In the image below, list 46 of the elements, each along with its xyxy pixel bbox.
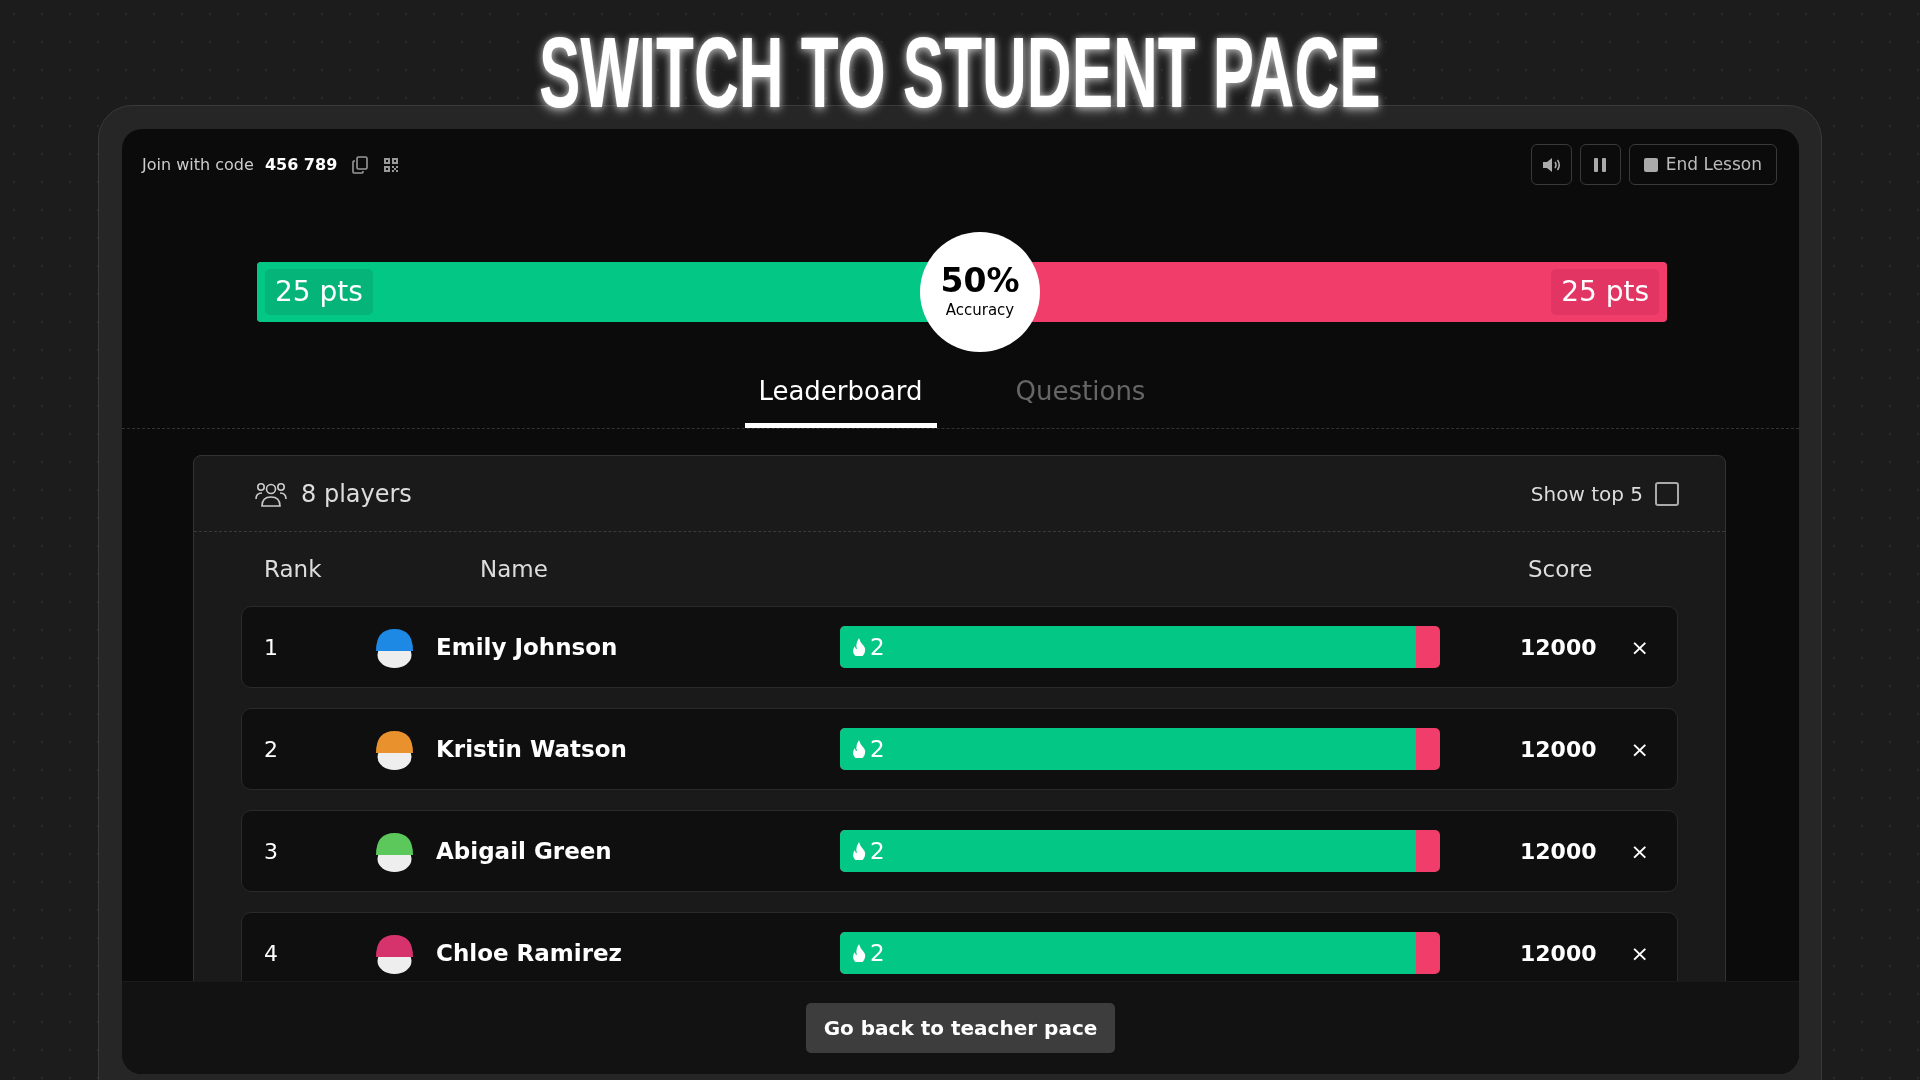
rank-text: 2 bbox=[264, 735, 279, 764]
speaker-icon bbox=[1541, 155, 1562, 174]
flame-icon bbox=[852, 638, 866, 656]
player-name: Abigail Green bbox=[436, 836, 613, 866]
rank-text: 4 bbox=[264, 939, 279, 968]
player-name: Kristin Watson bbox=[436, 734, 628, 764]
accuracy-label: Accuracy bbox=[945, 299, 1015, 321]
streak-count: 2 bbox=[870, 734, 885, 764]
remove-button[interactable]: × bbox=[1626, 936, 1653, 970]
flame-icon bbox=[852, 944, 866, 962]
join-code-text: Join with code 456 789 bbox=[142, 153, 338, 176]
rank-text: 3 bbox=[264, 837, 279, 866]
rank-text: 1 bbox=[264, 633, 279, 662]
remove-button[interactable]: × bbox=[1626, 834, 1653, 868]
score-text: 12000 bbox=[1520, 837, 1597, 866]
remove-button[interactable]: × bbox=[1626, 732, 1653, 766]
accuracy-percent: 50% bbox=[940, 262, 1020, 299]
copy-icon[interactable] bbox=[351, 155, 370, 174]
streak-count: 2 bbox=[870, 938, 885, 968]
streak-count: 2 bbox=[870, 632, 885, 662]
column-header: Score bbox=[1528, 554, 1593, 584]
pause-icon bbox=[1593, 156, 1608, 173]
stop-icon bbox=[1643, 157, 1658, 172]
flame-icon bbox=[852, 740, 866, 758]
qr-code-icon[interactable] bbox=[383, 156, 400, 173]
show-top-label: Show top 5 bbox=[1530, 480, 1643, 508]
streak-count: 2 bbox=[870, 836, 885, 866]
points-label: 25 pts bbox=[1551, 269, 1659, 315]
points-label: 25 pts bbox=[265, 269, 373, 315]
remove-button[interactable]: × bbox=[1626, 630, 1653, 664]
score-text: 12000 bbox=[1520, 633, 1597, 662]
score-text: 12000 bbox=[1520, 939, 1597, 968]
column-header: Rank bbox=[264, 554, 323, 584]
flame-icon bbox=[852, 842, 866, 860]
column-header: Name bbox=[480, 554, 549, 584]
page-title: SWITCH TO STUDENT PACE bbox=[539, 22, 1381, 122]
player-count: 8 players bbox=[301, 478, 412, 510]
sound-button[interactable] bbox=[1530, 144, 1572, 185]
teacher-pace-button[interactable]: Go back to teacher pace bbox=[805, 1003, 1116, 1053]
pause-button[interactable] bbox=[1579, 144, 1621, 185]
score-text: 12000 bbox=[1520, 735, 1597, 764]
end-lesson-button[interactable]: End Lesson bbox=[1628, 144, 1777, 185]
tab[interactable]: Leaderboard bbox=[744, 366, 937, 428]
player-name: Chloe Ramirez bbox=[436, 938, 623, 968]
show-top-checkbox[interactable] bbox=[1655, 481, 1679, 506]
player-name: Emily Johnson bbox=[436, 632, 619, 662]
